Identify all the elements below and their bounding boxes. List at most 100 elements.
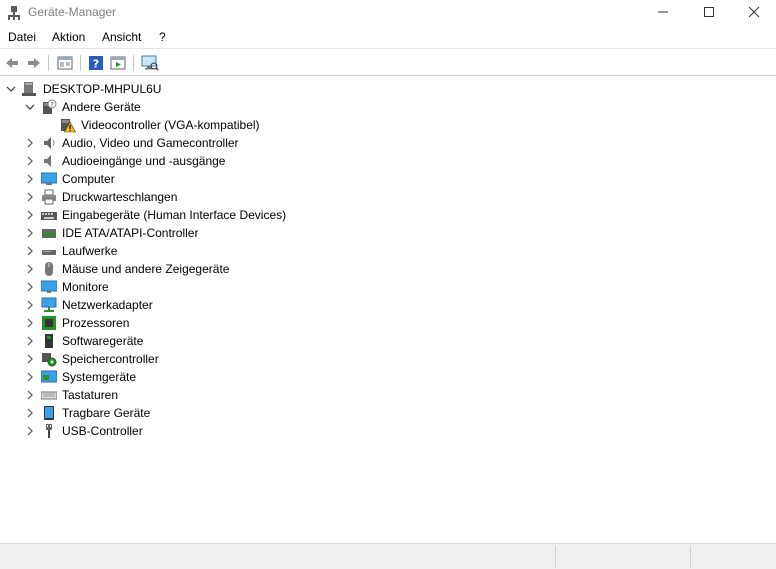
svg-text:?: ? [50,101,54,109]
usb-icon [46,424,52,438]
tree-item-speichercontroller[interactable]: Speichercontroller [0,350,320,368]
software-device-icon [45,334,53,348]
tree-item-label: Monitore [62,280,109,294]
forward-icon [28,58,40,68]
chevron-right-icon [27,354,33,364]
chevron-right-icon [27,174,33,184]
chevron-right-icon [27,138,33,148]
tree-item-audio-video[interactable]: Audio, Video und Gamecontroller [0,134,320,152]
tree-item-label: Tragbare Geräte [62,406,151,420]
tree-item-prozessoren[interactable]: Prozessoren [0,314,320,332]
toolbar: ? [0,50,776,76]
tree-item-label: Speichercontroller [62,352,159,366]
computer-icon [41,172,57,185]
maximize-button[interactable] [686,0,732,24]
drive-icon [42,250,56,255]
view-icon [110,56,126,70]
mouse-icon [45,262,53,276]
forward-button[interactable] [24,53,44,73]
tree-item-laufwerke[interactable]: Laufwerke [0,242,320,260]
scan-hardware-button[interactable] [140,53,160,73]
tree-item-maeuse[interactable]: Mäuse und andere Zeigegeräte [0,260,320,278]
tree-root[interactable]: DESKTOP-MHPUL6U [0,80,300,98]
tree-item-label: IDE ATA/ATAPI-Controller [62,226,199,240]
chevron-right-icon [27,300,33,310]
tree-item-label: Audioeingänge und -ausgänge [62,154,226,168]
chevron-right-icon [27,408,33,418]
tree-item-videocontroller[interactable]: Videocontroller (VGA-kompatibel) [0,116,320,134]
view-button[interactable] [108,53,128,73]
tree-item-andere-geraete[interactable]: ? Andere Geräte [0,98,300,116]
tree-item-monitore[interactable]: Monitore [0,278,320,296]
menu-datei[interactable]: Datei [6,30,38,44]
tree-item-tragbare-geraete[interactable]: Tragbare Geräte [0,404,320,422]
chevron-right-icon [27,318,33,328]
title-bar: Geräte-Manager [0,0,776,26]
storage-controller-icon [42,353,57,367]
chevron-right-icon [27,372,33,382]
chevron-right-icon [27,210,33,220]
tree-root-label: DESKTOP-MHPUL6U [43,82,162,96]
device-tree[interactable]: DESKTOP-MHPUL6U ? Andere Geräte Videocon… [0,78,776,542]
tree-item-label: Laufwerke [62,244,118,258]
menu-bar: Datei Aktion Ansicht ? [0,27,776,49]
minimize-button[interactable] [640,0,686,24]
status-bar [0,543,776,569]
tree-item-tastaturen[interactable]: Tastaturen [0,386,320,404]
tree-item-label: Mäuse und andere Zeigegeräte [62,262,230,276]
chevron-down-icon [6,86,16,92]
monitor-icon [41,280,57,293]
window-title: Geräte-Manager [28,5,117,19]
warning-device-icon [61,119,76,133]
tree-item-label: Eingabegeräte (Human Interface Devices) [62,208,287,222]
tree-item-label: Druckwarteschlangen [62,190,178,204]
properties-button[interactable] [55,53,75,73]
properties-icon [57,56,73,70]
keyboard-icon [41,391,57,400]
chevron-right-icon [27,390,33,400]
svg-text:?: ? [93,58,99,71]
chevron-right-icon [27,156,33,166]
tree-item-audioeingaenge[interactable]: Audioeingänge und -ausgänge [0,152,320,170]
chevron-down-icon [25,104,35,110]
chevron-right-icon [27,228,33,238]
menu-aktion[interactable]: Aktion [50,30,87,44]
chevron-right-icon [27,426,33,436]
portable-device-icon [44,406,54,420]
speaker-icon [44,137,55,149]
menu-ansicht[interactable]: Ansicht [100,30,143,44]
menu-help[interactable]: ? [157,30,168,44]
tree-item-netzwerkadapter[interactable]: Netzwerkadapter [0,296,320,314]
system-device-icon [41,370,57,383]
chevron-right-icon [27,336,33,346]
tree-item-label: Andere Geräte [62,100,141,114]
close-button[interactable] [731,0,776,24]
back-button[interactable] [2,53,22,73]
tree-item-label: Prozessoren [62,316,130,330]
back-icon [6,58,18,68]
scan-hardware-icon [141,55,159,71]
printer-icon [42,189,56,205]
processor-icon [42,316,56,330]
ide-controller-icon [42,229,56,238]
tree-item-label: Computer [62,172,115,186]
chevron-right-icon [27,264,33,274]
tree-item-label: Softwaregeräte [62,334,144,348]
tree-item-druckwarteschlangen[interactable]: Druckwarteschlangen [0,188,320,206]
chevron-right-icon [27,192,33,202]
tree-item-label: USB-Controller [62,424,143,438]
network-adapter-icon [41,297,57,312]
computer-root-icon [22,82,36,96]
chevron-right-icon [27,246,33,256]
help-icon: ? [89,56,103,71]
tree-item-label: Netzwerkadapter [62,298,153,312]
tree-item-softwaregeraete[interactable]: Softwaregeräte [0,332,320,350]
help-button[interactable]: ? [86,53,106,73]
tree-item-eingabegeraete[interactable]: Eingabegeräte (Human Interface Devices) [0,206,340,224]
tree-item-label: Tastaturen [62,388,119,402]
hid-icon [41,212,57,220]
tree-item-ide-ata[interactable]: IDE ATA/ATAPI-Controller [0,224,320,242]
tree-item-systemgeraete[interactable]: Systemgeräte [0,368,320,386]
tree-item-usb-controller[interactable]: USB-Controller [0,422,320,440]
tree-item-computer[interactable]: Computer [0,170,320,188]
